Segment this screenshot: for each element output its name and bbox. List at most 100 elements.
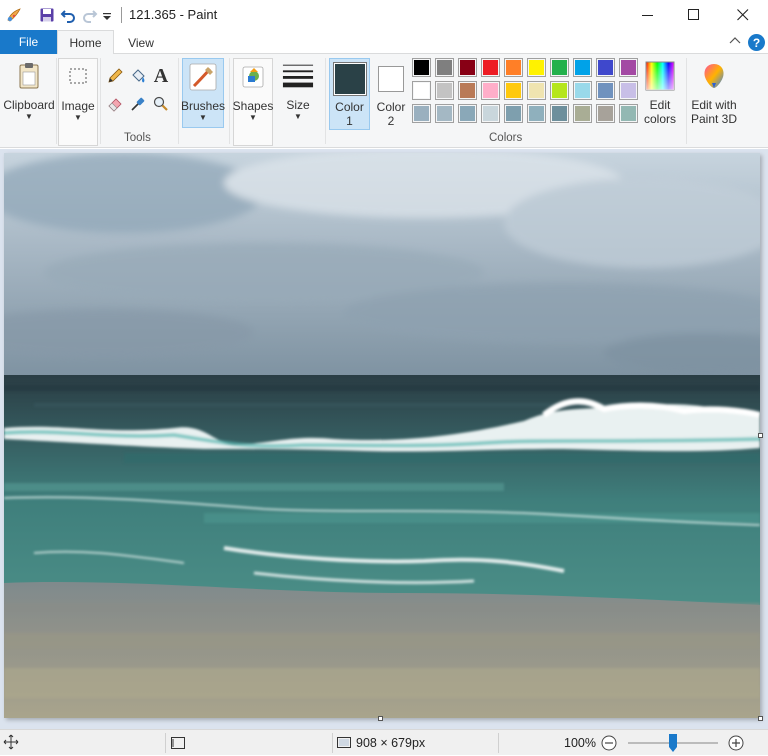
palette-swatch[interactable] bbox=[550, 58, 569, 77]
drawing-canvas[interactable] bbox=[4, 153, 760, 718]
color1-button[interactable]: Color 1 bbox=[329, 58, 370, 130]
paint-app-icon[interactable] bbox=[6, 7, 22, 23]
palette-swatch[interactable] bbox=[435, 81, 454, 100]
close-button[interactable] bbox=[720, 0, 766, 30]
maximize-icon bbox=[688, 9, 699, 20]
palette-swatch[interactable] bbox=[458, 58, 477, 77]
clipboard-button[interactable]: Clipboard ▼ bbox=[3, 58, 55, 146]
palette-swatch[interactable] bbox=[573, 104, 592, 123]
brushes-label: Brushes bbox=[180, 99, 226, 113]
palette-swatch[interactable] bbox=[527, 58, 546, 77]
palette-swatch[interactable] bbox=[619, 58, 638, 77]
palette-swatch[interactable] bbox=[504, 58, 523, 77]
color-picker-icon[interactable] bbox=[128, 94, 148, 114]
palette-swatch[interactable] bbox=[573, 81, 592, 100]
size-label: Size bbox=[286, 98, 310, 112]
customize-quick-access-icon[interactable] bbox=[102, 7, 112, 23]
group-divider bbox=[100, 58, 101, 144]
palette-swatch[interactable] bbox=[481, 58, 500, 77]
palette-swatch[interactable] bbox=[412, 58, 431, 77]
palette-swatch[interactable] bbox=[481, 104, 500, 123]
status-divider bbox=[332, 733, 333, 753]
edit-colors-label: Edit colors bbox=[643, 98, 676, 126]
chevron-down-icon: ▼ bbox=[199, 113, 207, 122]
text-tool-icon[interactable]: A bbox=[151, 65, 171, 87]
palette-swatch[interactable] bbox=[458, 81, 477, 100]
clipboard-label: Clipboard bbox=[3, 98, 55, 112]
canvas-workspace[interactable] bbox=[0, 149, 768, 729]
group-divider bbox=[178, 58, 179, 144]
magnifier-icon[interactable] bbox=[151, 94, 171, 114]
edit-with-paint3d-button[interactable]: Edit with Paint 3D bbox=[690, 58, 738, 146]
chevron-down-icon: ▼ bbox=[25, 112, 33, 121]
ocean-painting bbox=[4, 153, 760, 718]
palette-swatch[interactable] bbox=[573, 58, 592, 77]
maximize-button[interactable] bbox=[671, 0, 717, 30]
redo-icon[interactable] bbox=[82, 7, 98, 23]
palette-swatch[interactable] bbox=[596, 58, 615, 77]
close-icon bbox=[737, 9, 749, 21]
palette-swatch[interactable] bbox=[619, 104, 638, 123]
window-title: 121.365 - Paint bbox=[129, 7, 218, 22]
resize-handle-bottom[interactable] bbox=[378, 716, 383, 721]
chevron-down-icon: ▼ bbox=[74, 113, 82, 122]
undo-icon[interactable] bbox=[60, 7, 76, 23]
collapse-ribbon-icon[interactable] bbox=[729, 35, 741, 50]
palette-swatch[interactable] bbox=[596, 104, 615, 123]
palette-swatch[interactable] bbox=[527, 104, 546, 123]
status-divider bbox=[165, 733, 166, 753]
edit-colors-button[interactable]: Edit colors bbox=[641, 58, 679, 146]
zoom-level: 100% bbox=[564, 736, 596, 750]
tab-file[interactable]: File bbox=[0, 30, 57, 54]
brush-icon bbox=[187, 61, 219, 93]
color-palette bbox=[412, 58, 642, 128]
shapes-button[interactable]: Shapes ▼ bbox=[233, 58, 273, 146]
color1-fill bbox=[334, 64, 365, 94]
palette-swatch[interactable] bbox=[412, 104, 431, 123]
tab-home[interactable]: Home bbox=[57, 30, 114, 55]
image-label: Image bbox=[61, 99, 95, 113]
group-divider bbox=[56, 58, 57, 144]
group-divider bbox=[325, 58, 326, 144]
save-icon[interactable] bbox=[39, 7, 55, 23]
palette-swatch[interactable] bbox=[435, 104, 454, 123]
color2-button[interactable]: Color 2 bbox=[373, 58, 409, 146]
palette-swatch[interactable] bbox=[504, 104, 523, 123]
palette-swatch[interactable] bbox=[412, 81, 431, 100]
size-button[interactable]: Size ▼ bbox=[276, 58, 320, 146]
palette-swatch[interactable] bbox=[435, 58, 454, 77]
palette-swatch[interactable] bbox=[481, 81, 500, 100]
tab-view[interactable]: View bbox=[118, 30, 164, 55]
zoom-out-icon bbox=[601, 735, 617, 751]
palette-swatch[interactable] bbox=[527, 81, 546, 100]
ribbon-tabs: File Home View ? bbox=[0, 30, 768, 55]
pencil-icon[interactable] bbox=[105, 66, 125, 86]
zoom-slider-thumb[interactable] bbox=[668, 733, 678, 753]
palette-swatch[interactable] bbox=[550, 81, 569, 100]
resize-handle-right[interactable] bbox=[758, 433, 763, 438]
status-bar: 908 × 679px 100% bbox=[0, 729, 768, 755]
eraser-icon[interactable] bbox=[105, 94, 125, 114]
color1-swatch bbox=[332, 62, 367, 96]
title-separator bbox=[121, 7, 122, 23]
resize-handle-corner[interactable] bbox=[758, 716, 763, 721]
help-icon[interactable]: ? bbox=[748, 34, 765, 51]
clipboard-icon bbox=[13, 60, 45, 92]
color-spectrum-icon bbox=[644, 60, 676, 92]
tools-group-label: Tools bbox=[124, 132, 151, 144]
palette-swatch[interactable] bbox=[550, 104, 569, 123]
chevron-down-icon: ▼ bbox=[249, 113, 257, 122]
image-button[interactable]: Image ▼ bbox=[58, 58, 98, 146]
palette-swatch[interactable] bbox=[596, 81, 615, 100]
fill-bucket-icon[interactable] bbox=[128, 66, 148, 86]
image-dimensions: 908 × 679px bbox=[356, 736, 426, 750]
cursor-position-icon bbox=[3, 734, 19, 753]
palette-swatch[interactable] bbox=[458, 104, 477, 123]
palette-swatch[interactable] bbox=[619, 81, 638, 100]
zoom-in-button[interactable] bbox=[728, 735, 744, 754]
palette-swatch[interactable] bbox=[504, 81, 523, 100]
zoom-out-button[interactable] bbox=[601, 735, 617, 754]
selection-size-icon bbox=[170, 735, 186, 754]
minimize-button[interactable] bbox=[625, 0, 671, 30]
brushes-button[interactable]: Brushes ▼ bbox=[180, 58, 226, 128]
